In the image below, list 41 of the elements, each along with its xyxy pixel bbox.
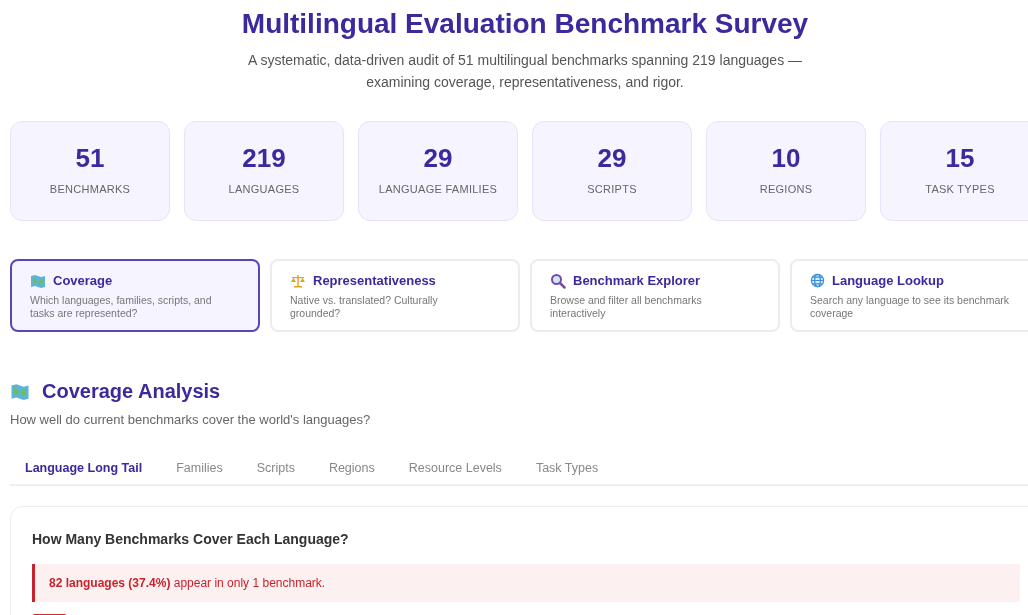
- section-card[interactable]: Benchmark Explorer Browse and filter all benchmarks interactively: [530, 259, 780, 332]
- section-description: Browse and filter all benchmarks interactively: [550, 294, 703, 321]
- stat-value: 29: [597, 144, 627, 171]
- tab[interactable]: Language Long Tail: [10, 451, 158, 485]
- stat-label: TASK TYPES: [925, 181, 995, 197]
- stat-label: BENCHMARKS: [49, 181, 131, 197]
- section-description: Native vs. translated? Culturally grounded?: [290, 294, 439, 321]
- stat-label: LANGUAGE FAMILIES: [378, 181, 498, 197]
- map-icon: [10, 382, 30, 400]
- section-description: Which languages, families, scripts, and tasks are represented?: [30, 294, 213, 321]
- tab[interactable]: Families: [161, 451, 238, 485]
- alert-text: 82 languages (37.4%) appear in only 1 benchmark.: [49, 575, 326, 593]
- tab[interactable]: Regions: [313, 451, 390, 485]
- stat-value: 29: [423, 144, 453, 171]
- card-title: How Many Benchmarks Cover Each Language?: [32, 530, 350, 550]
- scales-icon: [290, 273, 306, 288]
- page-subtitle: A systematic, data-driven audit of 51 multilingual benchmarks spanning 219 languages — examining coverage, representativeness, and rigor.: [246, 51, 804, 92]
- stat-value: 15: [945, 144, 975, 171]
- stat-label: LANGUAGES: [228, 181, 300, 197]
- stat-label: SCRIPTS: [587, 181, 637, 197]
- section-title: Benchmark Explorer: [573, 271, 701, 290]
- section-card[interactable]: Coverage Which languages, families, scripts, and tasks are represented?: [10, 259, 260, 332]
- section-title: Representativeness: [313, 271, 436, 290]
- globe-icon: [810, 273, 825, 288]
- section-title: Language Lookup: [832, 271, 944, 290]
- map-icon: [30, 273, 46, 288]
- stat-value: 51: [75, 144, 105, 171]
- section-description: Search any language to see its benchmark coverage: [810, 294, 1011, 321]
- stat-value: 10: [771, 144, 801, 171]
- page-title: Multilingual Evaluation Benchmark Survey: [241, 7, 809, 41]
- tab[interactable]: Scripts: [241, 451, 310, 485]
- section-card[interactable]: Language Lookup Search any language to see its benchmark coverage: [790, 259, 1028, 332]
- section-heading: Coverage Analysis: [42, 379, 221, 404]
- tab[interactable]: Task Types: [520, 451, 614, 485]
- stat-value: 219: [242, 144, 286, 171]
- stat-label: REGIONS: [759, 181, 813, 197]
- section-subtitle: How well do current benchmarks cover the world's languages?: [10, 411, 372, 429]
- section-card[interactable]: Representativeness Native vs. translated? Culturally grounded?: [270, 259, 520, 332]
- search-icon: [550, 272, 566, 289]
- tab[interactable]: Resource Levels: [393, 451, 517, 485]
- section-title: Coverage: [53, 271, 113, 290]
